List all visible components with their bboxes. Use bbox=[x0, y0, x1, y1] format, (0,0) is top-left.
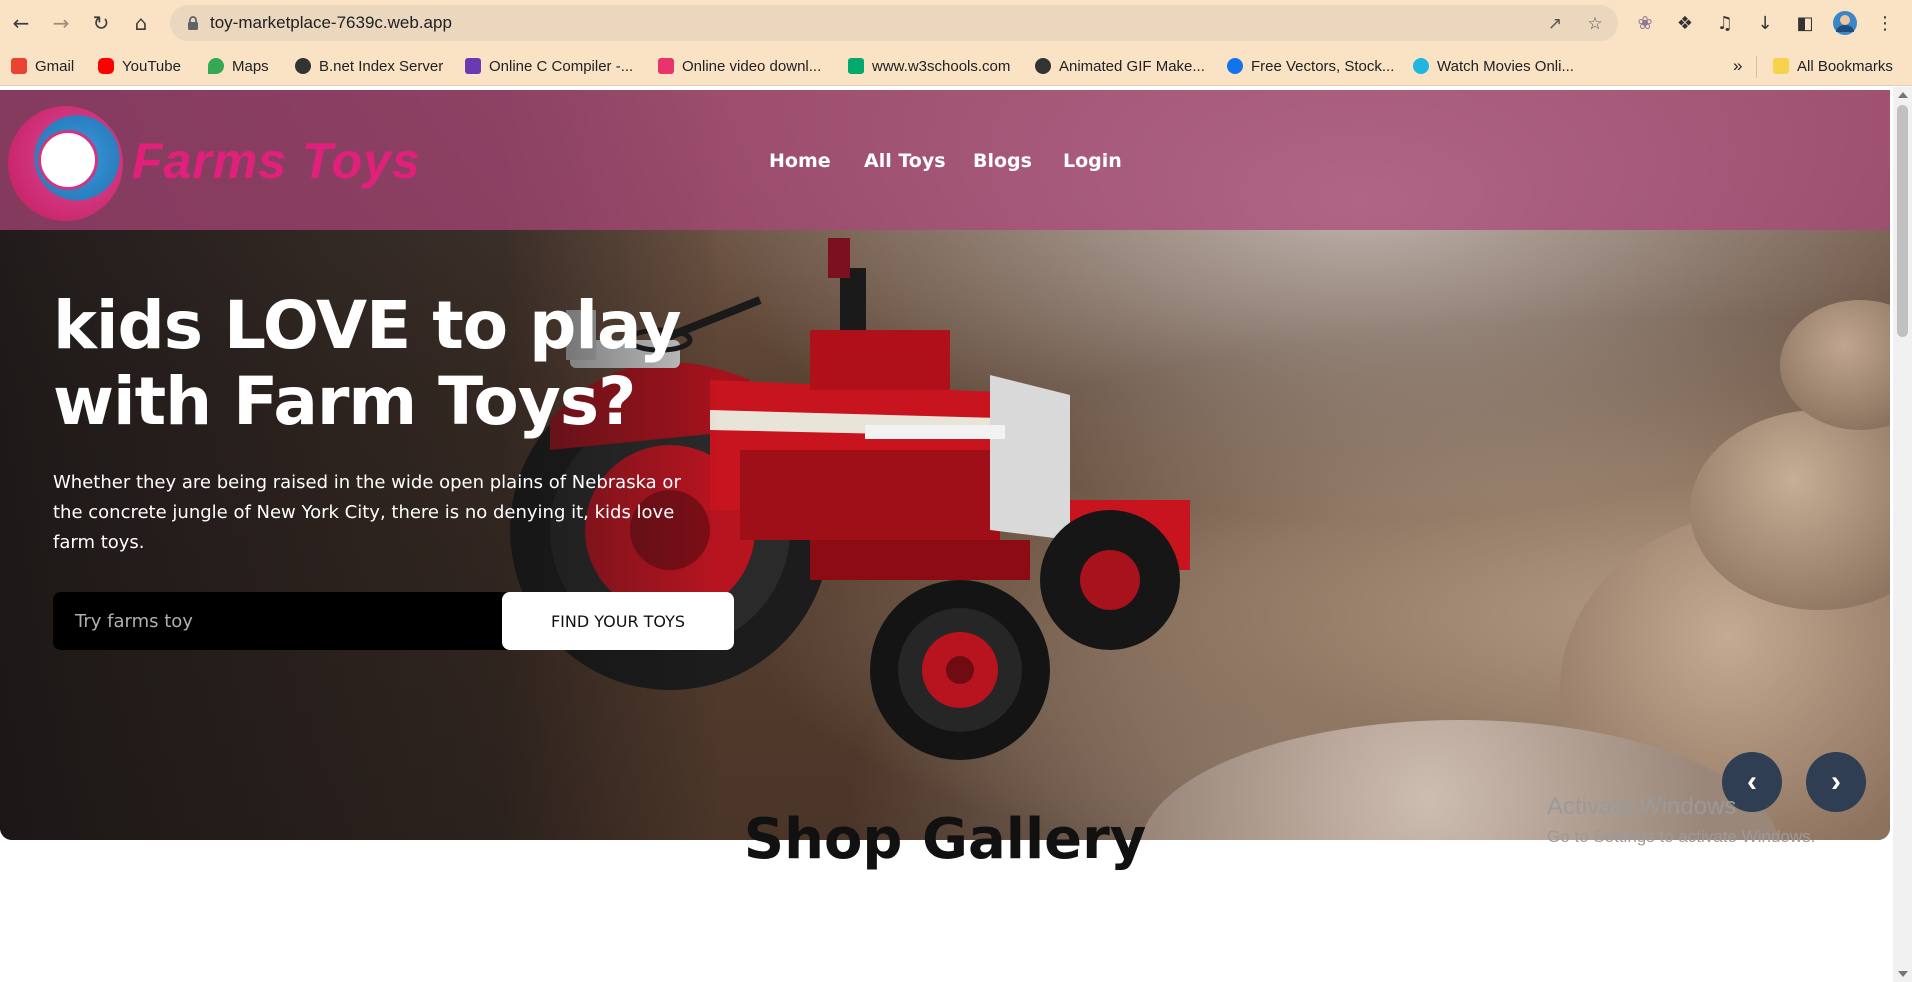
address-bar[interactable]: toy-marketplace-7639c.web.app ↗ ☆ bbox=[170, 5, 1618, 41]
page: Farms Toys Home All Toys Blogs Login kid… bbox=[0, 87, 1912, 982]
bookmark-gmail[interactable]: Gmail bbox=[11, 56, 74, 76]
site-logo[interactable] bbox=[8, 106, 123, 221]
bookmark-youtube[interactable]: YouTube bbox=[98, 56, 181, 76]
hero-description: Whether they are being raised in the wid… bbox=[53, 472, 681, 553]
all-bookmarks[interactable]: All Bookmarks bbox=[1773, 56, 1893, 76]
nav-login[interactable]: Login bbox=[1063, 150, 1122, 172]
play-icon bbox=[1413, 58, 1429, 74]
bookmarks-bar: Gmail YouTube Maps B.net Index Server On… bbox=[0, 46, 1912, 86]
nav-home[interactable]: Home bbox=[769, 150, 831, 172]
bookmark-label: Gmail bbox=[35, 57, 75, 75]
nav-all-toys[interactable]: All Toys bbox=[864, 150, 946, 172]
nav-blogs[interactable]: Blogs bbox=[973, 150, 1032, 172]
bookmark-watch-movies[interactable]: Watch Movies Onli... bbox=[1413, 56, 1574, 76]
maps-icon bbox=[208, 58, 224, 74]
share-icon[interactable]: ↗ bbox=[1544, 13, 1566, 35]
watermark-line-2: Go to Settings to activate Windows. bbox=[1547, 827, 1816, 846]
bookmark-maps[interactable]: Maps bbox=[208, 56, 269, 76]
bookmark-label: Watch Movies Onli... bbox=[1437, 57, 1574, 75]
bookmark-video-downloader[interactable]: Online video downl... bbox=[658, 56, 821, 76]
gmail-icon bbox=[11, 58, 27, 74]
globe-icon bbox=[1035, 58, 1051, 74]
page-scrollbar[interactable] bbox=[1893, 87, 1912, 982]
downloads-icon[interactable]: ↓ bbox=[1752, 10, 1778, 36]
bookmark-label: Animated GIF Make... bbox=[1059, 57, 1205, 75]
download-icon bbox=[658, 58, 674, 74]
bookmark-label: Free Vectors, Stock... bbox=[1251, 57, 1395, 75]
back-icon[interactable]: ← bbox=[6, 8, 36, 38]
extension-bug-icon[interactable]: ❀ bbox=[1632, 10, 1658, 36]
bookmark-free-vectors[interactable]: Free Vectors, Stock... bbox=[1227, 56, 1394, 76]
bookmark-label: B.net Index Server bbox=[319, 57, 444, 75]
youtube-icon bbox=[98, 58, 114, 74]
rock-decoration bbox=[1780, 300, 1890, 430]
forward-icon[interactable]: → bbox=[46, 8, 76, 38]
bookmark-star-icon[interactable]: ☆ bbox=[1584, 13, 1606, 35]
site-header: Farms Toys Home All Toys Blogs Login bbox=[0, 90, 1890, 230]
bookmark-c-compiler[interactable]: Online C Compiler -... bbox=[465, 56, 633, 76]
compiler-icon bbox=[465, 58, 481, 74]
side-panel-icon[interactable]: ◧ bbox=[1792, 10, 1818, 36]
home-icon[interactable]: ⌂ bbox=[126, 8, 156, 38]
find-toys-button[interactable]: FIND YOUR TOYS bbox=[502, 592, 734, 650]
bookmark-gif-maker[interactable]: Animated GIF Make... bbox=[1035, 56, 1205, 76]
browser-toolbar: ← → ↻ ⌂ toy-marketplace-7639c.web.app ↗ … bbox=[0, 0, 1912, 46]
url-text[interactable]: toy-marketplace-7639c.web.app bbox=[210, 13, 452, 33]
logo-emblem-icon bbox=[38, 130, 98, 190]
bookmark-label: Maps bbox=[232, 57, 269, 75]
vector-icon bbox=[1227, 58, 1243, 74]
menu-kebab-icon[interactable]: ⋮ bbox=[1872, 10, 1898, 36]
hero-title: kids LOVE to play with Farm Toys? bbox=[53, 287, 681, 440]
windows-activation-watermark: Activate Windows Go to Settings to activ… bbox=[1547, 793, 1815, 847]
bookmarks-divider bbox=[1756, 56, 1757, 78]
folder-icon bbox=[1773, 58, 1789, 74]
bookmark-label: YouTube bbox=[122, 57, 181, 75]
lock-icon bbox=[188, 16, 198, 30]
profile-avatar[interactable] bbox=[1832, 10, 1858, 36]
toy-search-input[interactable] bbox=[53, 592, 503, 650]
scrollbar-thumb[interactable] bbox=[1897, 105, 1908, 337]
globe-icon bbox=[295, 58, 311, 74]
reload-icon[interactable]: ↻ bbox=[86, 8, 116, 38]
scroll-down-icon[interactable] bbox=[1898, 971, 1908, 977]
toy-search-form: FIND YOUR TOYS bbox=[53, 592, 734, 650]
watermark-line-1: Activate Windows bbox=[1547, 793, 1737, 820]
w3schools-icon bbox=[848, 58, 864, 74]
bookmark-label: www.w3schools.com bbox=[872, 57, 1011, 75]
bookmark-label: Online video downl... bbox=[682, 57, 822, 75]
bookmark-w3schools[interactable]: www.w3schools.com bbox=[848, 56, 1010, 76]
bookmark-label: Online C Compiler -... bbox=[489, 57, 634, 75]
scroll-up-icon[interactable] bbox=[1898, 92, 1908, 98]
media-queue-icon[interactable]: ♫ bbox=[1712, 10, 1738, 36]
bookmarks-overflow-icon[interactable]: » bbox=[1733, 56, 1742, 76]
hero-banner: Farms Toys Home All Toys Blogs Login kid… bbox=[0, 90, 1890, 840]
bookmark-bnet[interactable]: B.net Index Server bbox=[295, 56, 443, 76]
logo-text[interactable]: Farms Toys bbox=[132, 132, 421, 190]
all-bookmarks-label: All Bookmarks bbox=[1797, 57, 1893, 75]
extensions-puzzle-icon[interactable]: ❖ bbox=[1672, 10, 1698, 36]
